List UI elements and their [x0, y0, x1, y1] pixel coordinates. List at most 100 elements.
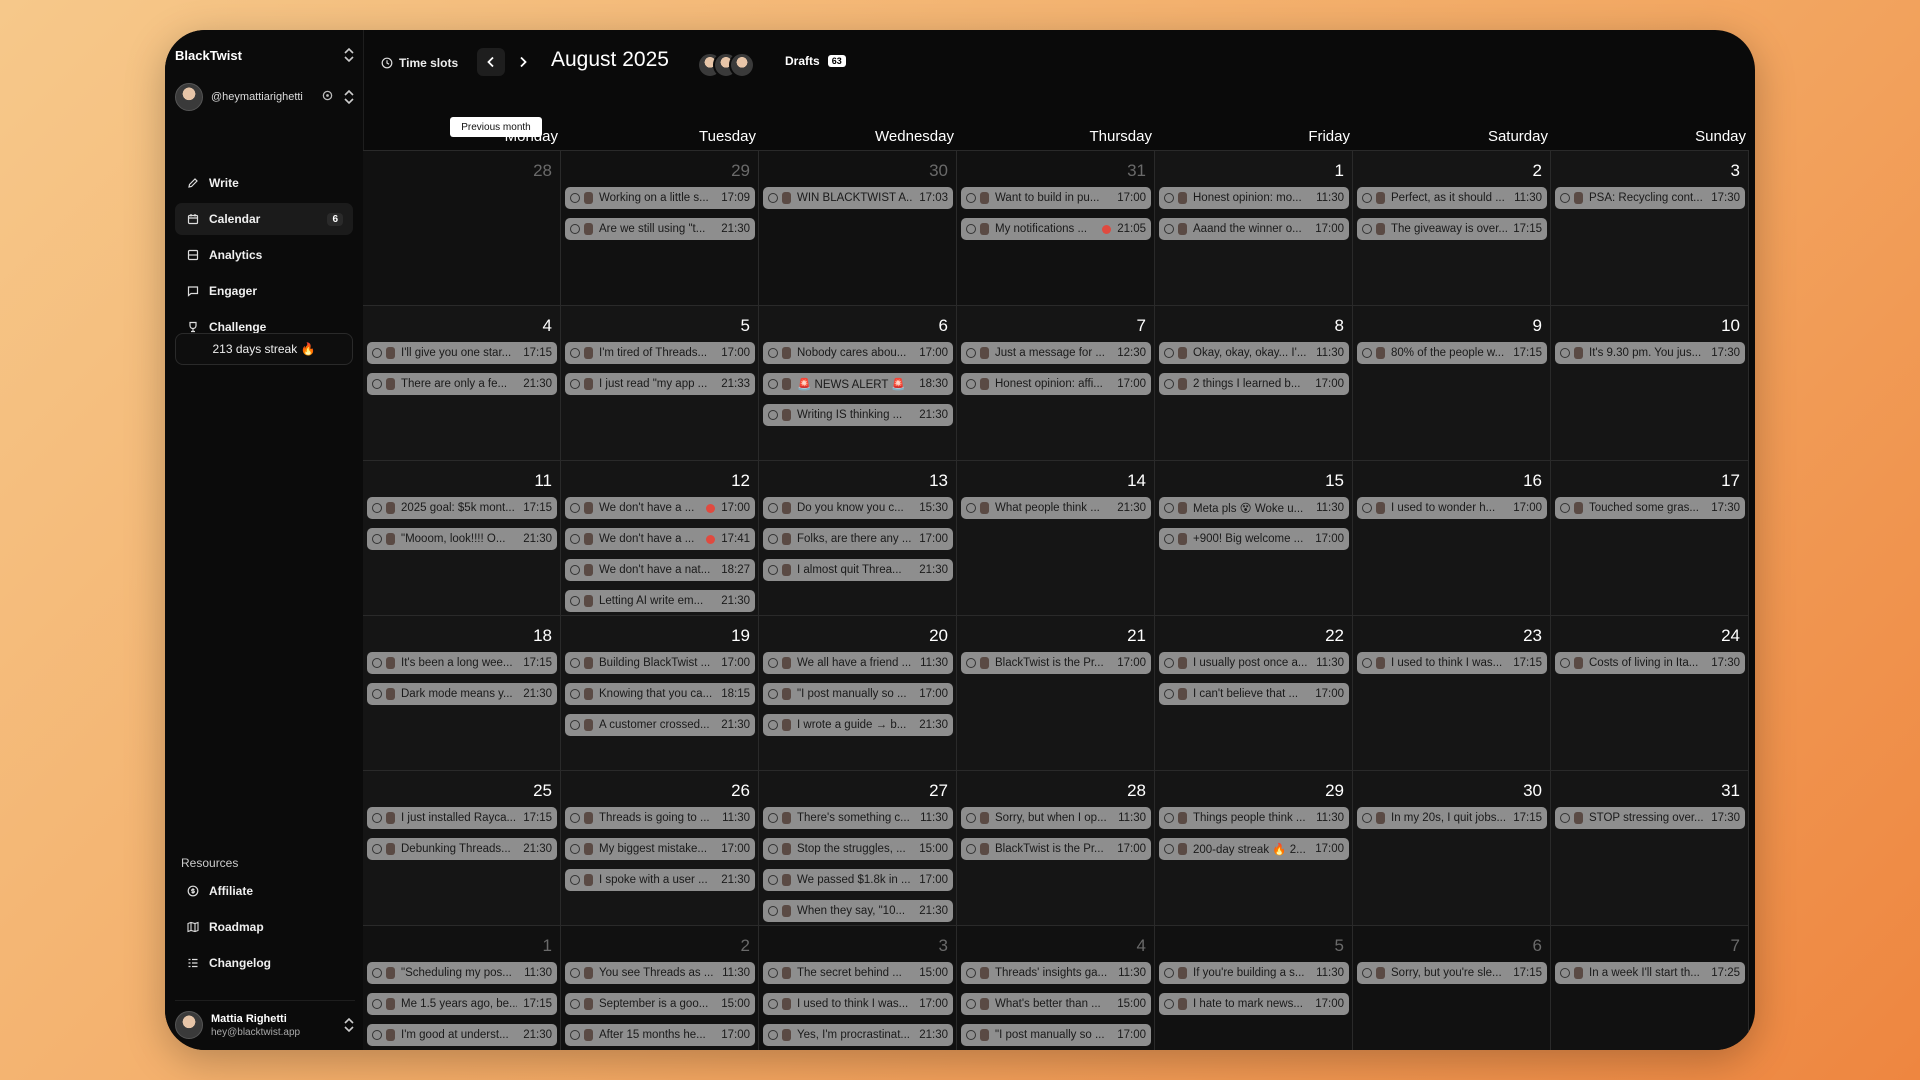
scheduled-post[interactable]: I almost quit Threa... 21:30: [763, 559, 953, 581]
scheduled-post[interactable]: BlackTwist is the Pr... 17:00: [961, 838, 1151, 860]
day-cell[interactable]: 17 Touched some gras... 17:30: [1551, 460, 1749, 615]
scheduled-post[interactable]: A customer crossed... 21:30: [565, 714, 755, 736]
day-cell[interactable]: 6 Sorry, but you're sle... 17:15: [1353, 925, 1551, 1050]
nav-changelog[interactable]: Changelog: [175, 947, 353, 979]
scheduled-post[interactable]: There's something c... 11:30: [763, 807, 953, 829]
scheduled-post[interactable]: 2 things I learned b... 17:00: [1159, 373, 1349, 395]
day-cell[interactable]: 1 "Scheduling my pos... 11:30 Me 1.5 years …: [363, 925, 561, 1050]
scheduled-post[interactable]: I'll give you one star... 17:15: [367, 342, 557, 364]
scheduled-post[interactable]: Touched some gras... 17:30: [1555, 497, 1745, 519]
day-cell[interactable]: 19 Building BlackTwist ... 17:00 Knowing th…: [561, 615, 759, 770]
scheduled-post[interactable]: Folks, are there any ... 17:00: [763, 528, 953, 550]
day-cell[interactable]: 3 PSA: Recycling cont... 17:30: [1551, 150, 1749, 305]
day-cell[interactable]: 24 Costs of living in Ita... 17:30: [1551, 615, 1749, 770]
scheduled-post[interactable]: I spoke with a user ... 21:30: [565, 869, 755, 891]
scheduled-post[interactable]: 200-day streak 🔥 2... 17:00: [1159, 838, 1349, 860]
user-menu[interactable]: Mattia Righetti hey@blacktwist.app: [175, 1000, 355, 1045]
nav-write[interactable]: Write: [175, 167, 353, 199]
day-cell[interactable]: 11 2025 goal: $5k mont... 17:15 "Mooom, loo…: [363, 460, 561, 615]
scheduled-post[interactable]: 🚨 NEWS ALERT 🚨 18:30: [763, 373, 953, 395]
day-cell[interactable]: 23 I used to think I was... 17:15: [1353, 615, 1551, 770]
scheduled-post[interactable]: 2025 goal: $5k mont... 17:15: [367, 497, 557, 519]
scheduled-post[interactable]: Sorry, but you're sle... 17:15: [1357, 962, 1547, 984]
scheduled-post[interactable]: It's been a long wee... 17:15: [367, 652, 557, 674]
nav-affiliate[interactable]: Affiliate: [175, 875, 353, 907]
scheduled-post[interactable]: We don't have a nat... 18:27: [565, 559, 755, 581]
scheduled-post[interactable]: "I post manually so ... 17:00: [763, 683, 953, 705]
day-cell[interactable]: 26 Threads is going to ... 11:30 My biggest…: [561, 770, 759, 925]
scheduled-post[interactable]: The giveaway is over... 17:15: [1357, 218, 1547, 240]
scheduled-post[interactable]: Me 1.5 years ago, be... 17:15: [367, 993, 557, 1015]
scheduled-post[interactable]: September is a goo... 15:00: [565, 993, 755, 1015]
day-cell[interactable]: 3 The secret behind ... 15:00 I used to thi…: [759, 925, 957, 1050]
scheduled-post[interactable]: The secret behind ... 15:00: [763, 962, 953, 984]
scheduled-post[interactable]: I'm good at underst... 21:30: [367, 1024, 557, 1046]
day-cell[interactable]: 18 It's been a long wee... 17:15 Dark mode …: [363, 615, 561, 770]
nav-calendar[interactable]: Calendar 6: [175, 203, 353, 235]
scheduled-post[interactable]: After 15 months he... 17:00: [565, 1024, 755, 1046]
scheduled-post[interactable]: I hate to mark news... 17:00: [1159, 993, 1349, 1015]
scheduled-post[interactable]: 80% of the people w... 17:15: [1357, 342, 1547, 364]
day-cell[interactable]: 13 Do you know you c... 15:30 Folks, are th…: [759, 460, 957, 615]
scheduled-post[interactable]: What people think ... 21:30: [961, 497, 1151, 519]
day-cell[interactable]: 27 There's something c... 11:30 Stop the st…: [759, 770, 957, 925]
scheduled-post[interactable]: Nobody cares abou... 17:00: [763, 342, 953, 364]
scheduled-post[interactable]: "Mooom, look!!!! O... 21:30: [367, 528, 557, 550]
scheduled-post[interactable]: Perfect, as it should ... 11:30: [1357, 187, 1547, 209]
scheduled-post[interactable]: We don't have a ... 17:00: [565, 497, 755, 519]
scheduled-post[interactable]: Things people think ... 11:30: [1159, 807, 1349, 829]
day-cell[interactable]: 7 Just a message for ... 12:30 Honest opini…: [957, 305, 1155, 460]
nav-engager[interactable]: Engager: [175, 275, 353, 307]
scheduled-post[interactable]: We passed $1.8k in ... 17:00: [763, 869, 953, 891]
scheduled-post[interactable]: BlackTwist is the Pr... 17:00: [961, 652, 1151, 674]
day-cell[interactable]: 8 Okay, okay, okay... I'... 11:30 2 things …: [1155, 305, 1353, 460]
scheduled-post[interactable]: Honest opinion: mo... 11:30: [1159, 187, 1349, 209]
scheduled-post[interactable]: I can't believe that ... 17:00: [1159, 683, 1349, 705]
scheduled-post[interactable]: Meta pls 😵 Woke u... 11:30: [1159, 497, 1349, 519]
day-cell[interactable]: 7 In a week I'll start th... 17:25: [1551, 925, 1749, 1050]
day-cell[interactable]: 9 80% of the people w... 17:15: [1353, 305, 1551, 460]
scheduled-post[interactable]: Honest opinion: affi... 17:00: [961, 373, 1151, 395]
scheduled-post[interactable]: If you're building a s... 11:30: [1159, 962, 1349, 984]
scheduled-post[interactable]: I'm tired of Threads... 17:00: [565, 342, 755, 364]
scheduled-post[interactable]: My notifications ... 21:05: [961, 218, 1151, 240]
nav-roadmap[interactable]: Roadmap: [175, 911, 353, 943]
scheduled-post[interactable]: It's 9.30 pm. You jus... 17:30: [1555, 342, 1745, 364]
scheduled-post[interactable]: What's better than ... 15:00: [961, 993, 1151, 1015]
scheduled-post[interactable]: I just installed Rayca... 17:15: [367, 807, 557, 829]
scheduled-post[interactable]: We all have a friend ... 11:30: [763, 652, 953, 674]
scheduled-post[interactable]: Knowing that you ca... 18:15: [565, 683, 755, 705]
day-cell[interactable]: 4 I'll give you one star... 17:15 There are…: [363, 305, 561, 460]
day-cell[interactable]: 21 BlackTwist is the Pr... 17:00: [957, 615, 1155, 770]
scheduled-post[interactable]: I used to think I was... 17:15: [1357, 652, 1547, 674]
day-cell[interactable]: 14 What people think ... 21:30: [957, 460, 1155, 615]
scheduled-post[interactable]: PSA: Recycling cont... 17:30: [1555, 187, 1745, 209]
day-cell[interactable]: 6 Nobody cares abou... 17:00 🚨 NEWS ALERT 🚨…: [759, 305, 957, 460]
scheduled-post[interactable]: Yes, I'm procrastinat... 21:30: [763, 1024, 953, 1046]
day-cell[interactable]: 30 WIN BLACKTWIST A... 17:03: [759, 150, 957, 305]
scheduled-post[interactable]: STOP stressing over... 17:30: [1555, 807, 1745, 829]
scheduled-post[interactable]: I used to think I was... 17:00: [763, 993, 953, 1015]
scheduled-post[interactable]: Stop the struggles, ... 15:00: [763, 838, 953, 860]
scheduled-post[interactable]: You see Threads as ... 11:30: [565, 962, 755, 984]
drafts-button[interactable]: Drafts 63: [785, 54, 846, 68]
scheduled-post[interactable]: In a week I'll start th... 17:25: [1555, 962, 1745, 984]
day-cell[interactable]: 5 If you're building a s... 11:30 I hate to…: [1155, 925, 1353, 1050]
scheduled-post[interactable]: Want to build in pu... 17:00: [961, 187, 1151, 209]
day-cell[interactable]: 5 I'm tired of Threads... 17:00 I just read…: [561, 305, 759, 460]
scheduled-post[interactable]: My biggest mistake... 17:00: [565, 838, 755, 860]
scheduled-post[interactable]: In my 20s, I quit jobs... 17:15: [1357, 807, 1547, 829]
scheduled-post[interactable]: Threads' insights ga... 11:30: [961, 962, 1151, 984]
day-cell[interactable]: 1 Honest opinion: mo... 11:30 Aaand the win…: [1155, 150, 1353, 305]
day-cell[interactable]: 22 I usually post once a... 11:30 I can't b…: [1155, 615, 1353, 770]
day-cell[interactable]: 29 Things people think ... 11:30 200-day st…: [1155, 770, 1353, 925]
scheduled-post[interactable]: Costs of living in Ita... 17:30: [1555, 652, 1745, 674]
scheduled-post[interactable]: Okay, okay, okay... I'... 11:30: [1159, 342, 1349, 364]
day-cell[interactable]: 4 Threads' insights ga... 11:30 What's bett…: [957, 925, 1155, 1050]
day-cell[interactable]: 31 STOP stressing over... 17:30: [1551, 770, 1749, 925]
scheduled-post[interactable]: I usually post once a... 11:30: [1159, 652, 1349, 674]
scheduled-post[interactable]: Are we still using "t... 21:30: [565, 218, 755, 240]
scheduled-post[interactable]: Dark mode means y... 21:30: [367, 683, 557, 705]
scheduled-post[interactable]: There are only a fe... 21:30: [367, 373, 557, 395]
day-cell[interactable]: 31 Want to build in pu... 17:00 My notifica…: [957, 150, 1155, 305]
